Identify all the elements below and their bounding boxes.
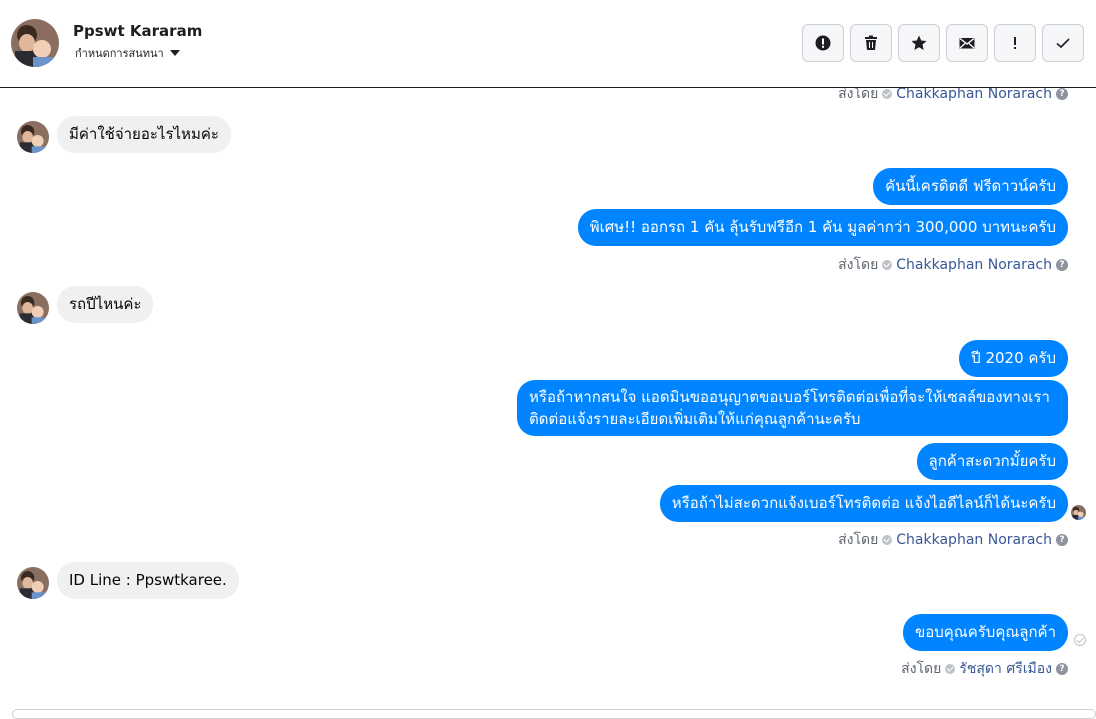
sent-message[interactable]: ลูกค้าสะดวกมั้ยครับ [916, 443, 1068, 480]
sent-by-prefix: ส่งโดย [838, 88, 879, 102]
star-icon [911, 35, 927, 50]
message-composer[interactable] [12, 709, 1096, 719]
sender-link[interactable]: รัชสุดา ศรีเมือง [959, 658, 1052, 680]
sender-link[interactable]: Chakkaphan Norarach [896, 257, 1052, 273]
report-icon [815, 35, 831, 51]
received-message[interactable]: ID Line : Ppswtkaree. [57, 562, 239, 599]
received-message[interactable]: รถปีไหนค่ะ [57, 286, 154, 323]
conversation-header: Ppswt Kararam กำหนดการสนทนา [0, 0, 1096, 88]
help-icon[interactable]: ? [1056, 259, 1068, 271]
star-button[interactable] [898, 24, 940, 62]
sent-by-meta: ส่งโดย Chakkaphan Norarach ? [838, 529, 1068, 551]
received-message[interactable]: มีค่าใช้จ่ายอะไรไหมค่ะ [57, 116, 231, 153]
caret-down-icon [169, 50, 180, 56]
sent-by-prefix: ส่งโดย [838, 532, 879, 548]
sent-message[interactable]: พิเศษ!! ออกรถ 1 คัน ลุ้นรับฟรีอีก 1 คัน … [577, 209, 1068, 246]
mark-unread-button[interactable] [946, 24, 988, 62]
verified-icon [882, 260, 893, 270]
verified-icon [882, 89, 893, 99]
sent-message[interactable]: หรือถ้าหากสนใจ แอดมินขออนุญาตขอเบอร์โทรต… [517, 380, 1068, 436]
contact-avatar[interactable] [11, 19, 59, 67]
sent-message[interactable]: ขอบคุณครับคุณลูกค้า [902, 614, 1068, 651]
sent-message[interactable]: คันนี้เครดิตดี ฟรีดาวน์ครับ [873, 168, 1068, 205]
important-button[interactable] [994, 24, 1036, 62]
delete-button[interactable] [850, 24, 892, 62]
conversation-options-label: กำหนดการสนทนา [75, 47, 164, 60]
help-icon[interactable]: ? [1056, 88, 1068, 100]
verified-icon [882, 535, 893, 545]
check-icon [1056, 38, 1070, 49]
trash-icon [865, 35, 877, 50]
contact-name[interactable]: Ppswt Kararam [73, 22, 202, 40]
sent-message[interactable]: หรือถ้าไม่สะดวกแจ้งเบอร์โทรติดต่อ แจ้งไอ… [659, 485, 1068, 522]
verified-icon [945, 664, 956, 674]
mail-icon [959, 37, 975, 49]
help-icon[interactable]: ? [1056, 534, 1068, 546]
message-thread[interactable]: ส่งโดย Chakkaphan Norarach ? มีค่าใช้จ่า… [0, 88, 1096, 714]
sent-by-prefix: ส่งโดย [838, 257, 879, 273]
delivered-check-icon [1074, 634, 1086, 646]
sent-by-meta: ส่งโดย Chakkaphan Norarach ? [838, 254, 1068, 276]
contact-avatar[interactable] [17, 121, 49, 153]
sent-by-prefix: ส่งโดย [901, 661, 942, 677]
sent-message[interactable]: ปี 2020 ครับ [959, 340, 1068, 377]
mark-done-button[interactable] [1042, 24, 1084, 62]
report-button[interactable] [802, 24, 844, 62]
seen-avatar [1071, 505, 1086, 520]
sender-link[interactable]: Chakkaphan Norarach [896, 532, 1052, 548]
help-icon[interactable]: ? [1056, 663, 1068, 675]
sent-by-meta: ส่งโดย Chakkaphan Norarach ? [838, 88, 1068, 105]
sender-link[interactable]: Chakkaphan Norarach [896, 88, 1052, 102]
contact-avatar[interactable] [17, 567, 49, 599]
contact-avatar[interactable] [17, 292, 49, 324]
exclamation-icon [1014, 37, 1016, 49]
sent-by-meta: ส่งโดย รัชสุดา ศรีเมือง ? [901, 658, 1068, 680]
conversation-options-dropdown[interactable]: กำหนดการสนทนา [75, 44, 180, 62]
